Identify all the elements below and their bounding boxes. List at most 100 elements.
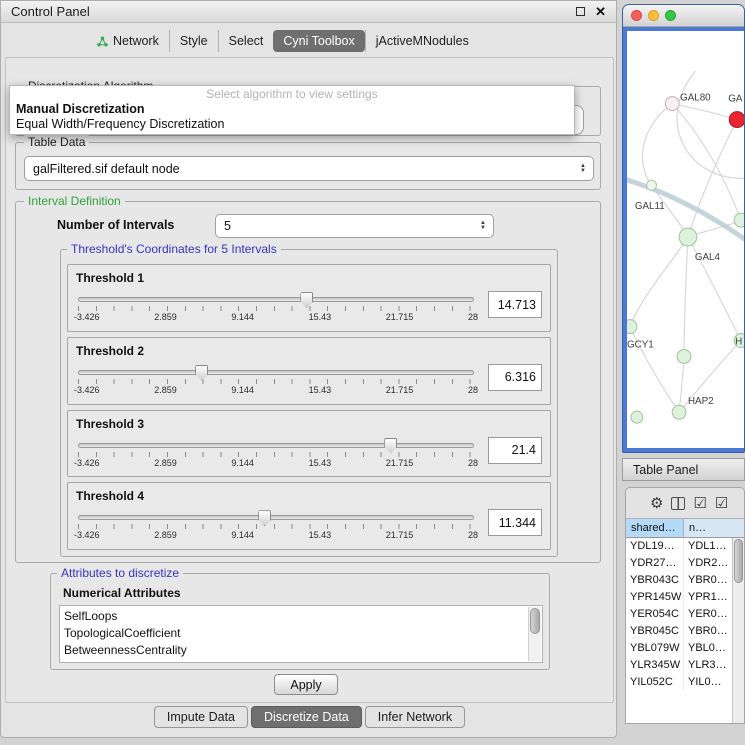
table-row[interactable]: YIL052CYIL0… [626, 674, 732, 691]
slider-ticks [78, 524, 474, 529]
threshold-value-field[interactable]: 14.713 [488, 291, 542, 318]
tab-impute-data[interactable]: Impute Data [154, 706, 248, 728]
table-data-group: Table Data galFiltered.sif default node … [15, 142, 601, 190]
network-node[interactable] [679, 228, 697, 246]
table-cell: YBR045C [626, 623, 684, 640]
tab-jactivemnodules[interactable]: jActiveMNodules [365, 30, 479, 52]
network-node[interactable] [627, 320, 637, 334]
tab-label: Style [180, 34, 208, 48]
attributes-group: Attributes to discretize Numerical Attri… [50, 573, 550, 670]
close-traffic-light-icon[interactable] [631, 10, 642, 21]
select-stepper-icon: ▲▼ [576, 157, 590, 180]
network-node[interactable] [677, 349, 691, 363]
table-cell: YLR345W [626, 657, 684, 674]
attribute-list-item[interactable]: TopologicalCoefficient [64, 625, 542, 642]
threshold-value-field[interactable]: 21.4 [488, 437, 542, 464]
dropdown-option-manual-discretization[interactable]: Manual Discretization [10, 101, 574, 116]
threshold-panel: Threshold 2 -3.4262.8599.14415.4321.71528… [67, 337, 551, 405]
network-node[interactable] [647, 180, 657, 190]
network-canvas[interactable]: GAL80GAGAL11GAL4GCY1HAP2H [627, 31, 744, 448]
apply-button[interactable]: Apply [274, 674, 338, 695]
group-title: Table Data [24, 135, 89, 149]
attributes-scrollbar[interactable] [528, 607, 541, 661]
scale-label: 15.43 [309, 530, 332, 540]
table-row[interactable]: YER054CYER0… [626, 606, 732, 623]
network-node-label: GAL80 [680, 93, 711, 104]
table-row[interactable]: YDR27…YDR2… [626, 555, 732, 572]
network-node-label: GCY1 [627, 339, 654, 350]
table-row[interactable]: YBL079WYBL0… [626, 640, 732, 657]
dropdown-option-equal-width-frequency[interactable]: Equal Width/Frequency Discretization [10, 116, 574, 131]
scrollbar-thumb[interactable] [734, 539, 743, 583]
select-stepper-icon: ▲▼ [476, 215, 490, 237]
checkbox-icon[interactable]: ☑ [693, 496, 706, 511]
slider-scale: -3.4262.8599.14415.4321.71528 [74, 385, 478, 395]
slider-track[interactable] [78, 370, 474, 375]
slider-track[interactable] [78, 297, 474, 302]
minimize-icon[interactable] [576, 7, 585, 16]
table-row[interactable]: YBR043CYBR0… [626, 572, 732, 589]
scale-label: 21.715 [386, 385, 414, 395]
network-node-label: GAL11 [635, 201, 665, 212]
tab-style[interactable]: Style [169, 30, 218, 52]
table-cell: YDR27… [626, 555, 684, 572]
slider-scale: -3.4262.8599.14415.4321.71528 [74, 458, 478, 468]
threshold-label: Threshold 4 [76, 489, 542, 503]
table-cell: YBR0… [684, 572, 732, 589]
network-node[interactable] [665, 97, 679, 111]
scale-label: 9.144 [231, 530, 254, 540]
top-tab-bar: Network Style SelectCyni Toolbox jActiveMNo… [1, 27, 618, 55]
scale-label: 21.715 [386, 312, 414, 322]
tab-label: jActiveMNodules [376, 34, 469, 48]
tab-discretize-data[interactable]: Discretize Data [251, 706, 362, 728]
slider-track[interactable] [78, 443, 474, 448]
slider-track[interactable] [78, 515, 474, 520]
attribute-list-item[interactable]: BetweennessCentrality [64, 642, 542, 659]
close-icon[interactable]: ✕ [595, 5, 606, 18]
scale-label: 15.43 [309, 458, 332, 468]
network-node[interactable] [729, 112, 744, 128]
number-of-intervals-select[interactable]: 5 ▲▼ [215, 214, 494, 238]
minimize-traffic-light-icon[interactable] [648, 10, 659, 21]
attributes-listbox: SelfLoopsTopologicalCoefficientBetweenne… [59, 605, 543, 663]
threshold-value-field[interactable]: 6.316 [488, 364, 542, 391]
table-data-select[interactable]: galFiltered.sif default node ▲▼ [24, 156, 594, 181]
scale-label: 2.859 [154, 312, 177, 322]
table-column-headers: shared… n… [626, 518, 744, 538]
table-cell: YPR145W [626, 589, 684, 606]
scrollbar-thumb[interactable] [530, 608, 540, 634]
scale-label: 21.715 [386, 530, 414, 540]
zoom-traffic-light-icon[interactable] [665, 10, 676, 21]
threshold-row: -3.4262.8599.14415.4321.71528 21.4 [76, 433, 542, 468]
network-icon [97, 36, 108, 47]
table-cell: YLR3… [684, 657, 732, 674]
column-header-shared[interactable]: shared… [626, 519, 684, 537]
table-row[interactable]: YLR345WYLR3… [626, 657, 732, 674]
column-header-n[interactable]: n… [684, 519, 744, 537]
number-of-intervals-value: 5 [224, 219, 231, 233]
tab-cyni-toolbox[interactable]: Cyni Toolbox [273, 30, 364, 52]
network-node[interactable] [631, 411, 643, 423]
network-node[interactable] [672, 405, 686, 419]
attribute-list-item[interactable]: SelfLoops [64, 608, 542, 625]
scale-label: -3.426 [74, 530, 100, 540]
table-panel-header: Table Panel [622, 458, 745, 481]
threshold-label: Threshold 3 [76, 417, 542, 431]
network-node[interactable] [734, 213, 744, 227]
tab-select[interactable]: Select [218, 30, 274, 52]
tab-infer-network[interactable]: Infer Network [365, 706, 465, 728]
table-data-selected-value: galFiltered.sif default node [33, 162, 180, 176]
threshold-value-field[interactable]: 11.344 [488, 509, 542, 536]
scale-label: 9.144 [231, 312, 254, 322]
table-row[interactable]: YDL19…YDL1… [626, 538, 732, 555]
threshold-label: Threshold 2 [76, 344, 542, 358]
gear-icon[interactable]: ⚙ [650, 496, 663, 511]
scale-label: 28 [468, 312, 478, 322]
tab-network[interactable]: Network [87, 30, 169, 52]
table-row[interactable]: YPR145WYPR1… [626, 589, 732, 606]
table-row[interactable]: YBR045CYBR0… [626, 623, 732, 640]
columns-icon[interactable] [671, 497, 685, 510]
threshold-panel: Threshold 1-3.4262.8599.14415.4321.71528… [67, 264, 551, 332]
checkbox-icon[interactable]: ☑ [715, 496, 728, 511]
table-scrollbar[interactable] [732, 538, 744, 723]
